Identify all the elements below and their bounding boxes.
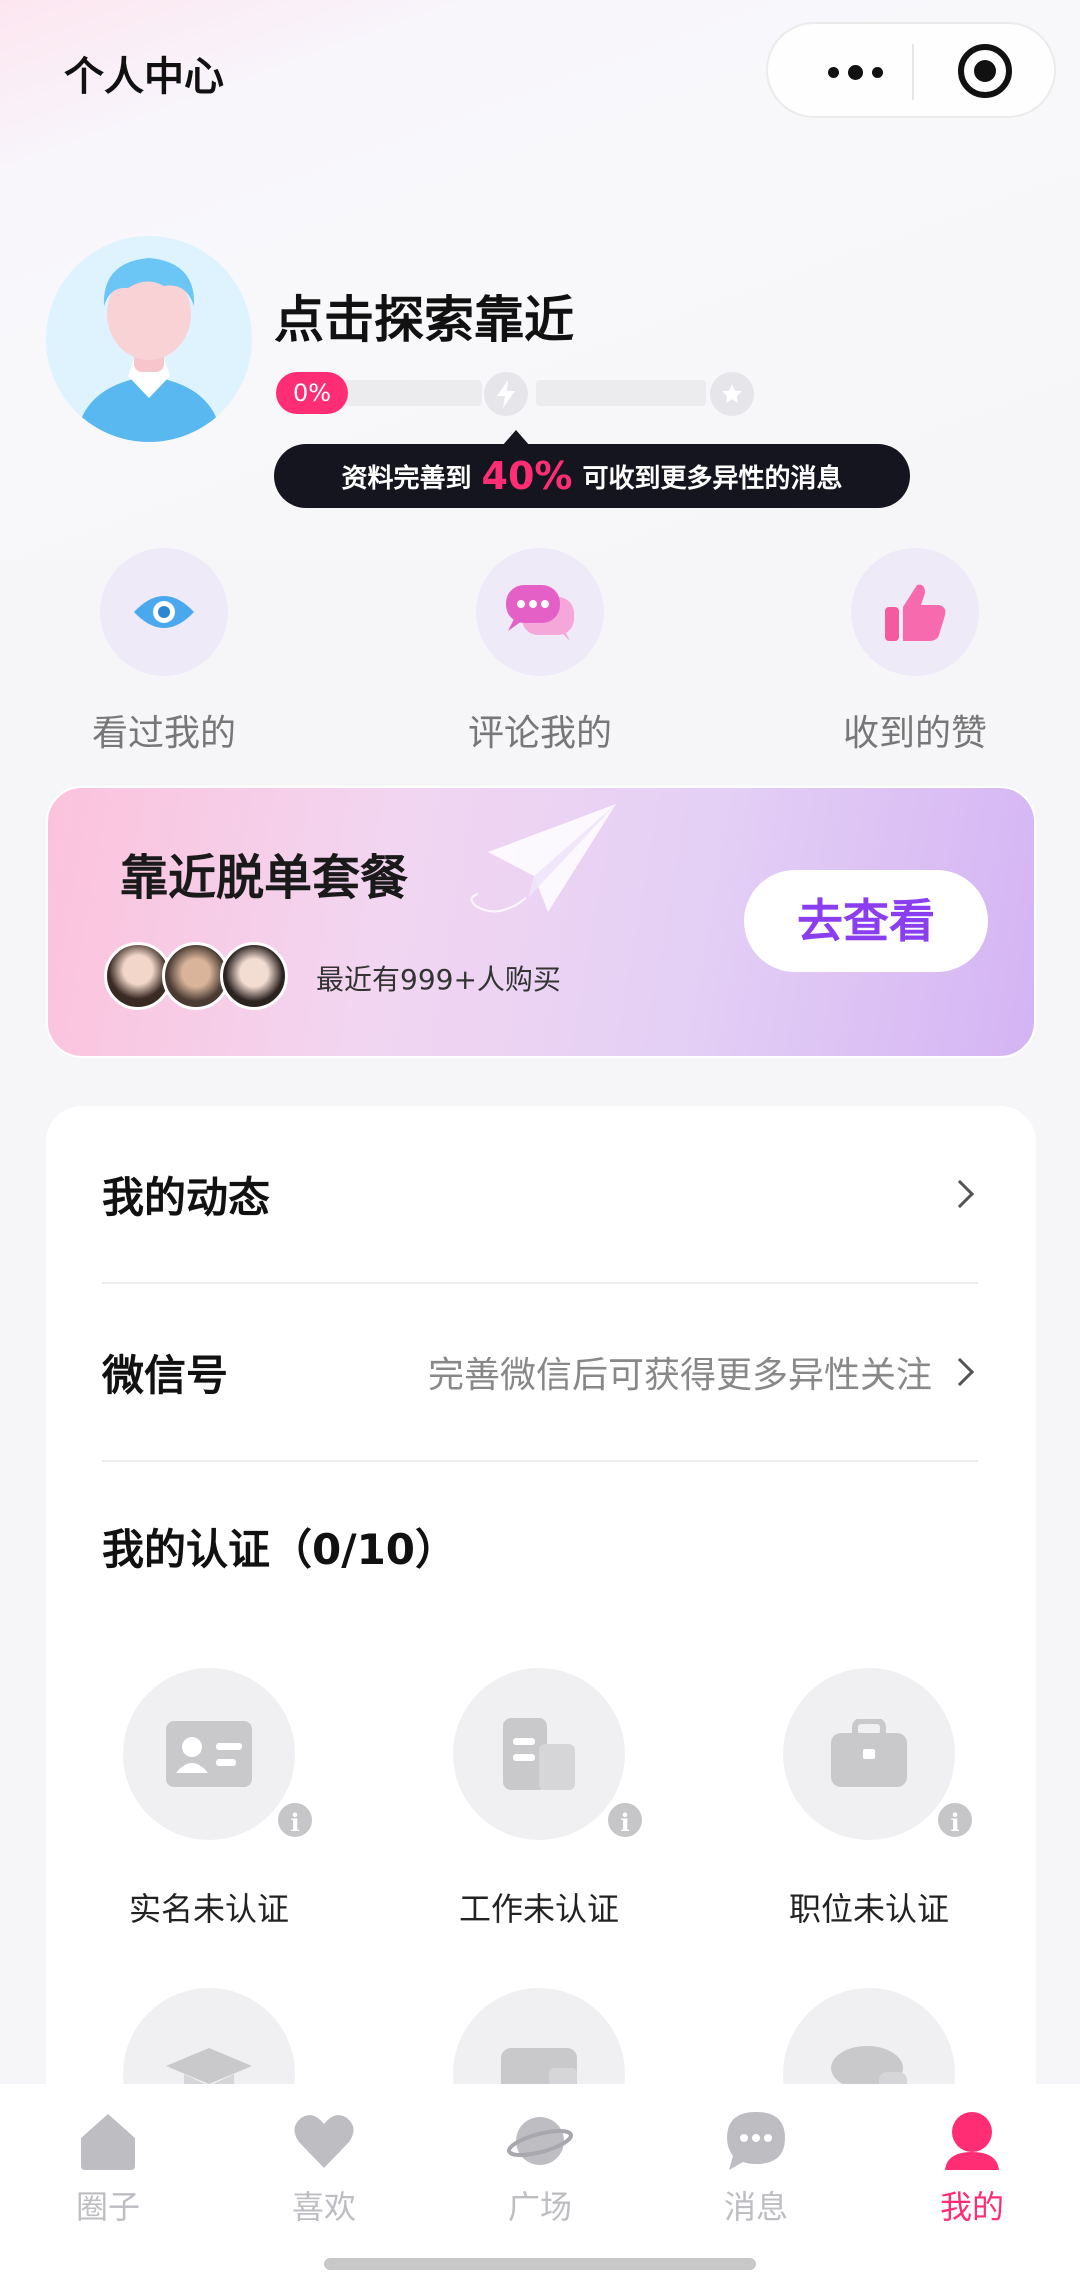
planet-icon [507,2117,573,2165]
page-title: 个人中心 [64,54,224,100]
info-icon[interactable]: i [605,1800,645,1840]
auth-item-realname[interactable]: i 实名未认证 [89,1668,329,1930]
auth-item-label: 实名未认证 [128,1890,289,1928]
tip-prefix: 资料完善到 [341,463,472,494]
promo-banner[interactable]: 靠近脱单套餐 最近有999+人购买 去查看 [46,786,1036,1058]
close-target-icon[interactable] [958,44,1012,98]
thumbs-up-icon [851,548,979,676]
home-indicator [324,2258,756,2270]
mini-program-capsule [766,22,1056,118]
profile-name[interactable]: 点击探索靠近 [274,280,574,352]
buyer-avatar [220,942,288,1010]
briefcase-icon [831,1719,907,1787]
default-avatar-icon [46,236,252,442]
promo-subtitle: 最近有999+人购买 [316,963,561,996]
eye-icon [100,548,228,676]
quick-action-label: 收到的赞 [842,713,987,754]
quick-action-comments[interactable]: 评论我的 [420,548,660,756]
avatar[interactable] [46,236,252,442]
capsule-divider [912,44,914,100]
quick-action-label: 评论我的 [467,713,612,754]
my-dynamics-row[interactable]: 我的动态 [102,1106,978,1284]
chevron-right-icon [945,1179,975,1209]
tab-label: 圈子 [75,2188,140,2226]
auth-item-position[interactable]: i 职位未认证 [749,1668,989,1930]
lightning-milestone-icon [484,372,528,416]
view-package-button[interactable]: 去查看 [744,870,988,972]
progress-percent-badge: 0% [276,372,348,414]
tab-label: 喜欢 [291,2188,356,2226]
work-document-icon [503,1718,575,1790]
user-icon [945,2112,999,2170]
quick-action-viewed-me[interactable]: 看过我的 [44,548,284,756]
tab-label: 我的 [939,2188,1004,2226]
progress-track [536,380,706,406]
house-icon [81,2114,135,2170]
tab-square[interactable]: 广场 [470,2108,610,2228]
chat-bubbles-icon [476,548,604,676]
quick-action-likes[interactable]: 收到的赞 [795,548,1035,756]
row-title: 我的动态 [102,1172,271,1222]
auth-item-label: 工作未认证 [458,1890,619,1928]
star-milestone-icon [710,372,754,416]
auth-item-label: 职位未认证 [788,1890,949,1928]
wechat-row[interactable]: 微信号 完善微信后可获得更多异性关注 [102,1284,978,1462]
tab-messages[interactable]: 消息 [686,2108,826,2228]
quick-action-label: 看过我的 [91,713,236,754]
auth-section-title: 我的认证（0/10） [102,1525,458,1574]
id-card-icon [166,1721,252,1787]
row-hint: 完善微信后可获得更多异性关注 [427,1355,932,1396]
more-options-icon[interactable] [810,46,900,98]
tab-circle[interactable]: 圈子 [38,2108,178,2228]
tab-label: 广场 [507,2188,572,2226]
tab-me[interactable]: 我的 [902,2108,1042,2228]
auth-item-work[interactable]: i 工作未认证 [419,1668,659,1930]
buyer-avatars [104,942,304,1010]
message-bubble-icon [727,2112,785,2170]
paper-plane-icon [470,804,616,913]
settings-card: 我的动态 微信号 完善微信后可获得更多异性关注 我的认证（0/10） i 实名未… [46,1106,1036,2206]
info-icon[interactable]: i [275,1800,315,1840]
progress-track [342,380,482,406]
tip-percent: 40% [481,454,573,498]
chevron-right-icon [945,1357,975,1387]
profile-tip-banner: 资料完善到 40% 可收到更多异性的消息 [274,430,910,508]
heart-icon [294,2115,354,2168]
tab-label: 消息 [723,2188,788,2226]
promo-title: 靠近脱单套餐 [120,850,409,906]
tip-suffix: 可收到更多异性的消息 [582,463,843,494]
info-icon[interactable]: i [935,1800,975,1840]
tab-likes[interactable]: 喜欢 [254,2108,394,2228]
row-title: 微信号 [102,1350,229,1400]
